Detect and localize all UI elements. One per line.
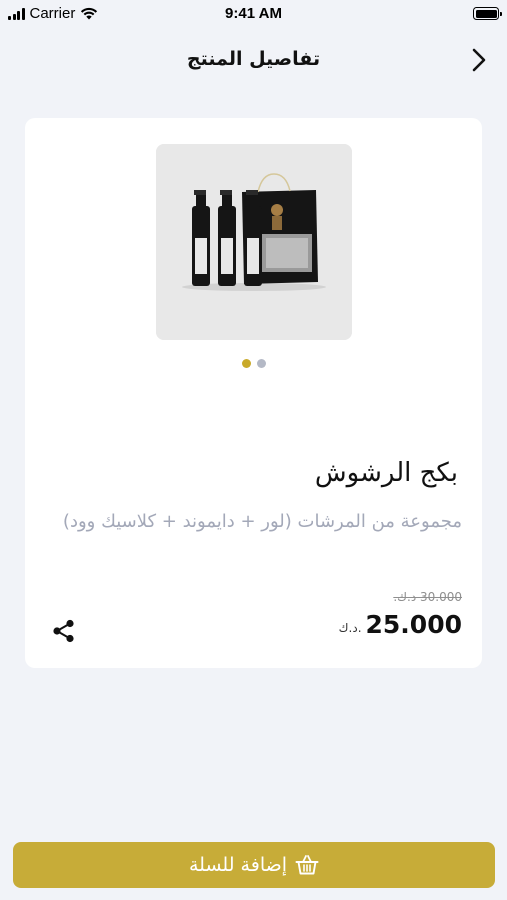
battery-icon xyxy=(473,7,502,20)
product-image[interactable] xyxy=(156,144,352,340)
product-card: بكج الرشوش مجموعة من المرشات (لور + دايم… xyxy=(25,118,482,668)
price-currency: د.ك. xyxy=(338,621,362,635)
page-title: تفاصيل المنتج xyxy=(186,48,321,70)
status-bar: Carrier 9:41 AM xyxy=(0,0,507,30)
header: تفاصيل المنتج xyxy=(0,30,507,90)
product-photo xyxy=(156,144,352,340)
pagination-dot-active[interactable] xyxy=(241,359,251,368)
share-button[interactable] xyxy=(51,618,77,644)
share-icon xyxy=(53,619,74,643)
product-description: مجموعة من المرشات (لور + دايموند + كلاسي… xyxy=(62,511,462,532)
price-row: د.ك. 25.000 xyxy=(339,610,462,639)
back-button[interactable] xyxy=(467,46,491,74)
add-to-cart-button[interactable]: إضافة للسلة xyxy=(13,842,495,888)
status-time: 9:41 AM xyxy=(225,5,282,22)
basket-icon xyxy=(295,855,319,875)
pagination-dot[interactable] xyxy=(256,359,266,368)
add-to-cart-label: إضافة للسلة xyxy=(189,854,288,876)
chevron-right-icon xyxy=(472,48,486,72)
product-price: 25.000 xyxy=(365,610,462,639)
old-price: 30.000 د.ك. xyxy=(393,590,462,604)
product-name: بكج الرشوش xyxy=(314,458,458,488)
image-pagination xyxy=(25,359,482,368)
